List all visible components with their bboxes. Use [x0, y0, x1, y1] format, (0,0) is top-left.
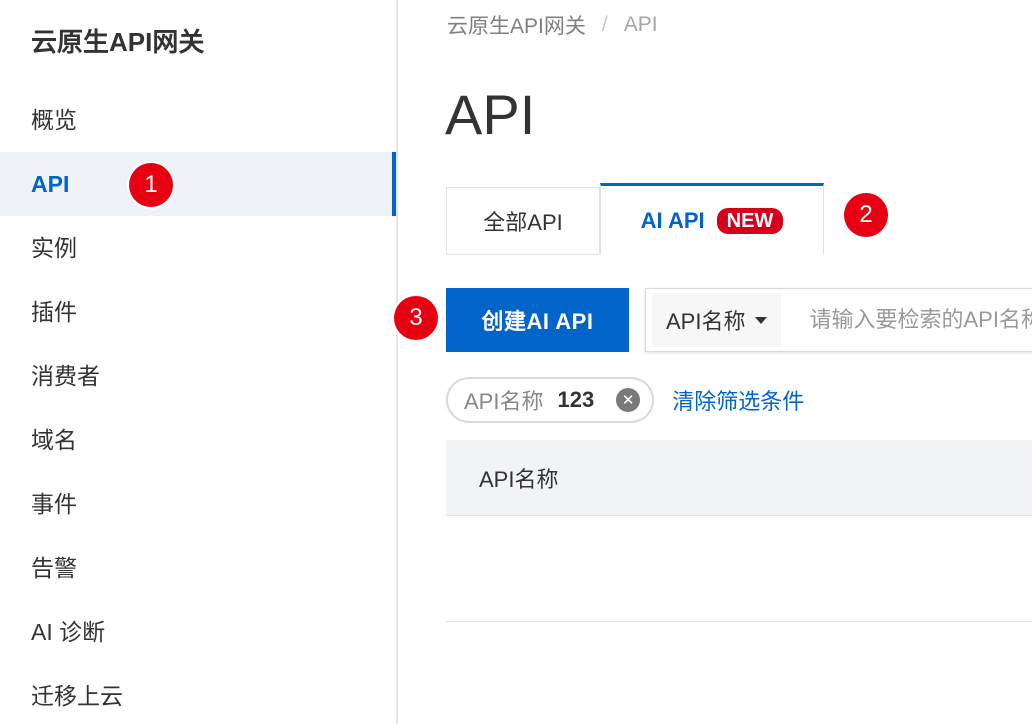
sidebar-item-overview[interactable]: 概览 [0, 88, 396, 152]
sidebar-item-ai-diagnosis[interactable]: AI 诊断 [0, 600, 396, 664]
tab-ai-api[interactable]: AI API NEW [600, 183, 824, 255]
sidebar-item-api[interactable]: API [0, 152, 396, 216]
new-badge: NEW [716, 207, 784, 234]
step-marker-2: 2 [844, 193, 888, 237]
tab-ai-api-label: AI API [640, 207, 705, 233]
clear-filter-icon[interactable]: ✕ [616, 388, 641, 412]
sidebar-item-consumers[interactable]: 消费者 [0, 344, 396, 408]
filter-tag: API名称 123 ✕ [446, 377, 655, 423]
api-table: API名称 [446, 440, 1032, 622]
sidebar-item-domains[interactable]: 域名 [0, 408, 396, 472]
main-content: 云原生API网关 / API API 全部API AI API NEW 2 创建… [398, 0, 1032, 724]
tab-all-api-label: 全部API [483, 210, 563, 235]
filter-tag-value: 123 [557, 387, 595, 412]
sidebar-item-alerts[interactable]: 告警 [0, 536, 396, 600]
toolbar: 创建AI API API名称 [446, 288, 1032, 352]
table-body [446, 516, 1032, 622]
breadcrumb-root[interactable]: 云原生API网关 [447, 10, 586, 40]
search-field-label: API名称 [666, 309, 746, 334]
breadcrumb: 云原生API网关 / API [447, 10, 658, 40]
search-field-select[interactable]: API名称 [652, 293, 782, 347]
sidebar-item-cloud-migration[interactable]: 迁移上云 [0, 664, 396, 724]
sidebar-item-events[interactable]: 事件 [0, 472, 396, 536]
sidebar-item-instances[interactable]: 实例 [0, 216, 396, 280]
sidebar: 云原生API网关 概览 API 实例 插件 消费者 域名 事件 告警 AI 诊断… [0, 0, 398, 724]
tab-all-api[interactable]: 全部API [446, 187, 600, 255]
step-marker-1: 1 [129, 163, 173, 207]
sidebar-nav: 概览 API 实例 插件 消费者 域名 事件 告警 AI 诊断 迁移上云 [0, 88, 396, 724]
page-title: API [445, 83, 536, 146]
create-ai-api-button[interactable]: 创建AI API [446, 288, 629, 352]
caret-down-icon [755, 316, 768, 324]
step-marker-3: 3 [394, 296, 438, 340]
column-header-api-name[interactable]: API名称 [479, 462, 558, 494]
clear-filters-link[interactable]: 清除筛选条件 [672, 384, 804, 416]
filter-tag-key: API名称 [464, 389, 544, 414]
breadcrumb-separator: / [601, 13, 608, 36]
sidebar-title: 云原生API网关 [31, 27, 205, 57]
filter-row: API名称 123 ✕ 清除筛选条件 [446, 377, 804, 423]
search-box: API名称 [645, 288, 1032, 352]
breadcrumb-current: API [623, 13, 658, 36]
sidebar-item-plugins[interactable]: 插件 [0, 280, 396, 344]
table-header: API名称 [446, 440, 1032, 516]
search-input[interactable] [781, 293, 1032, 347]
